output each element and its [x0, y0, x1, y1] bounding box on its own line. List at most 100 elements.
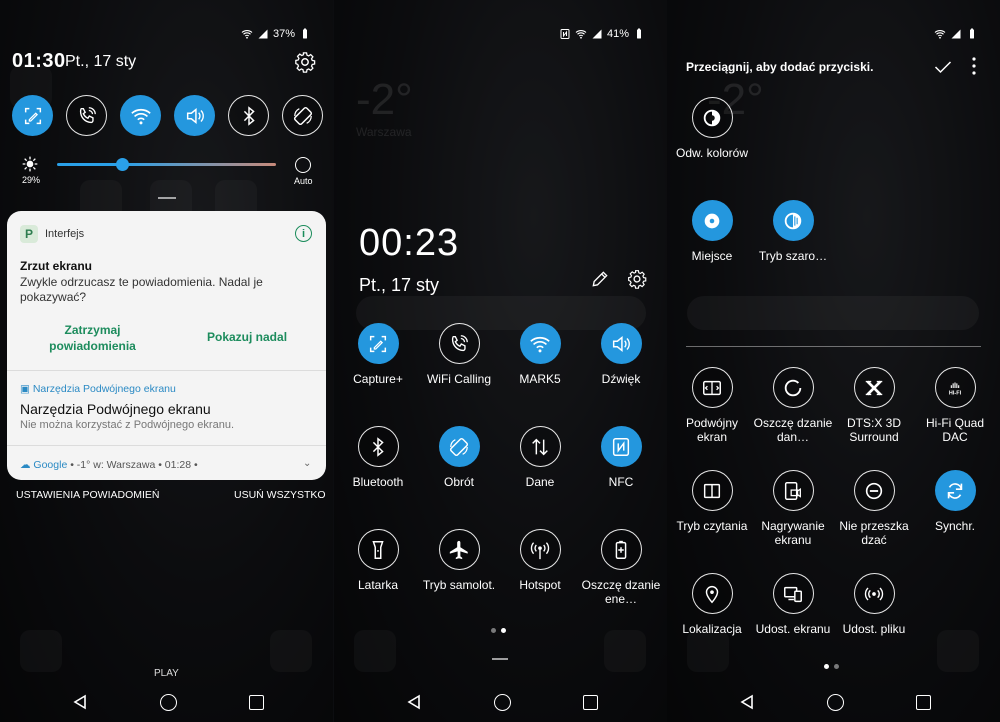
- more-vertical-icon[interactable]: [970, 56, 978, 76]
- hifi-tile-button[interactable]: HI-FI: [934, 367, 976, 408]
- sound-tile[interactable]: [174, 95, 215, 136]
- check-icon[interactable]: [933, 57, 953, 77]
- data-saver-tile-button[interactable]: [772, 367, 814, 408]
- tile-file-share[interactable]: Udost. pliku: [833, 573, 915, 636]
- auto-brightness-toggle[interactable]: [295, 157, 311, 173]
- settings-gear-icon[interactable]: [294, 51, 316, 73]
- flashlight-tile-button[interactable]: [357, 529, 399, 570]
- invert-colors-tile-button[interactable]: [691, 97, 733, 138]
- tile-label: Tryb samolot.: [422, 578, 496, 592]
- edit-pencil-icon[interactable]: [590, 269, 610, 289]
- clear-all-button[interactable]: USUŃ WSZYSTKO: [234, 489, 326, 501]
- page-indicator: [491, 628, 506, 633]
- home-button[interactable]: [160, 694, 177, 711]
- tile-location-place[interactable]: Miejsce: [671, 200, 753, 263]
- tile-wifi[interactable]: MARK5: [499, 323, 581, 386]
- do-not-disturb-icon: [865, 482, 883, 499]
- tile-reading-mode[interactable]: Tryb czytania: [671, 470, 753, 533]
- wifi-calling-tile[interactable]: [66, 95, 107, 136]
- airplane-tile-button[interactable]: [438, 529, 480, 570]
- capture-plus-tile-button[interactable]: [357, 323, 399, 364]
- tile-dtsx[interactable]: DTS:X 3D Surround: [833, 367, 915, 444]
- tile-wifi-calling[interactable]: WiFi Calling: [418, 323, 500, 386]
- info-icon[interactable]: i: [295, 225, 312, 242]
- sync-tile-button[interactable]: [934, 470, 976, 511]
- back-icon[interactable]: [72, 694, 88, 710]
- file-share-tile-button[interactable]: [853, 573, 895, 614]
- tile-airplane[interactable]: Tryb samolot.: [418, 529, 500, 592]
- drag-handle[interactable]: [158, 197, 176, 199]
- recents-button[interactable]: [583, 695, 598, 710]
- tile-location[interactable]: Lokalizacja: [671, 573, 753, 636]
- wifi-calling-icon: [451, 334, 468, 351]
- dtsx-tile-button[interactable]: [853, 367, 895, 408]
- bluetooth-icon: [243, 105, 255, 126]
- location-tile-button[interactable]: [691, 573, 733, 614]
- rotate-tile-button[interactable]: [438, 426, 480, 467]
- tile-rotate[interactable]: Obrót: [418, 426, 500, 489]
- home-button[interactable]: [827, 694, 844, 711]
- brightness-slider[interactable]: [57, 163, 276, 166]
- grayscale-tile-button[interactable]: [772, 200, 814, 241]
- nfc-tile-button[interactable]: [600, 426, 642, 467]
- settings-gear-icon[interactable]: [627, 269, 647, 289]
- tile-data[interactable]: Dane: [499, 426, 581, 489]
- rotate-tile[interactable]: [282, 95, 323, 136]
- tile-screen-record[interactable]: Nagrywanie ekranu: [752, 470, 834, 547]
- dual-screen-tools-app-name: ▣ Narzędzia Podwójnego ekranu: [20, 383, 176, 395]
- tile-flashlight[interactable]: Latarka: [337, 529, 419, 592]
- location-place-tile-button[interactable]: [691, 200, 733, 241]
- tile-sync[interactable]: Synchr.: [914, 470, 996, 533]
- bluetooth-tile[interactable]: [228, 95, 269, 136]
- battery-icon: [970, 28, 974, 39]
- tile-invert-colors[interactable]: Odw. kolorów: [671, 97, 753, 160]
- stop-notifications-button[interactable]: Zatrzymaj powiadomienia: [35, 322, 150, 354]
- screen-share-tile-button[interactable]: [772, 573, 814, 614]
- tile-grayscale[interactable]: Tryb szaro…: [752, 200, 834, 263]
- notification-settings-button[interactable]: USTAWIENIA POWIADOMIEŃ: [16, 489, 160, 501]
- tile-battery-saver[interactable]: Oszczę dzanie ene…: [580, 529, 662, 606]
- page-dot-current: [501, 628, 506, 633]
- section-divider: [686, 346, 981, 347]
- tile-sound[interactable]: Dźwięk: [580, 323, 662, 386]
- wifi-tile[interactable]: [120, 95, 161, 136]
- page-indicator: [824, 664, 839, 669]
- tile-data-saver[interactable]: Oszczę dzanie dan…: [752, 367, 834, 444]
- dual-screen-tile-button[interactable]: [691, 367, 733, 408]
- battery-saver-tile-button[interactable]: [600, 529, 642, 570]
- hotspot-tile-button[interactable]: [519, 529, 561, 570]
- notification-card[interactable]: P Interfejs i Zrzut ekranu Zwykle odrzuc…: [7, 211, 326, 480]
- brightness-slider-knob[interactable]: [116, 158, 129, 171]
- recents-button[interactable]: [916, 695, 931, 710]
- tile-hifi[interactable]: HI-FI Hi-Fi Quad DAC: [914, 367, 996, 444]
- back-icon[interactable]: [406, 694, 422, 710]
- screen-record-tile-button[interactable]: [772, 470, 814, 511]
- drag-handle[interactable]: [492, 658, 508, 660]
- tile-do-not-disturb[interactable]: Nie przeszka dzać: [833, 470, 915, 547]
- location-dot-icon: [704, 213, 720, 228]
- capture-plus-tile[interactable]: [12, 95, 53, 136]
- tile-capture-plus[interactable]: Capture+: [337, 323, 419, 386]
- data-tile-button[interactable]: [519, 426, 561, 467]
- back-icon[interactable]: [739, 694, 755, 710]
- wifi-calling-tile-button[interactable]: [438, 323, 480, 364]
- tile-nfc[interactable]: NFC: [580, 426, 662, 489]
- tile-bluetooth[interactable]: Bluetooth: [337, 426, 419, 489]
- do-not-disturb-tile-button[interactable]: [853, 470, 895, 511]
- sub-app-label: Narzędzia Podwójnego ekranu: [32, 383, 176, 395]
- page-dot-current: [824, 664, 829, 669]
- tile-label: DTS:X 3D Surround: [846, 416, 901, 444]
- google-weather-notification[interactable]: ☁ Google • -1° w: Warszawa • 01:28 •: [20, 459, 198, 471]
- reading-mode-tile-button[interactable]: [691, 470, 733, 511]
- bluetooth-tile-button[interactable]: [357, 426, 399, 467]
- sound-tile-button[interactable]: [600, 323, 642, 364]
- home-button[interactable]: [494, 694, 511, 711]
- recents-button[interactable]: [249, 695, 264, 710]
- tile-screen-share[interactable]: Udost. ekranu: [752, 573, 834, 636]
- tile-label: MARK5: [519, 372, 561, 386]
- tile-hotspot[interactable]: Hotspot: [499, 529, 581, 592]
- tile-dual-screen[interactable]: Podwójny ekran: [671, 367, 753, 444]
- wifi-tile-button[interactable]: [519, 323, 561, 364]
- keep-showing-button[interactable]: Pokazuj nadal: [207, 330, 287, 344]
- chevron-down-icon[interactable]: ⌄: [303, 458, 311, 469]
